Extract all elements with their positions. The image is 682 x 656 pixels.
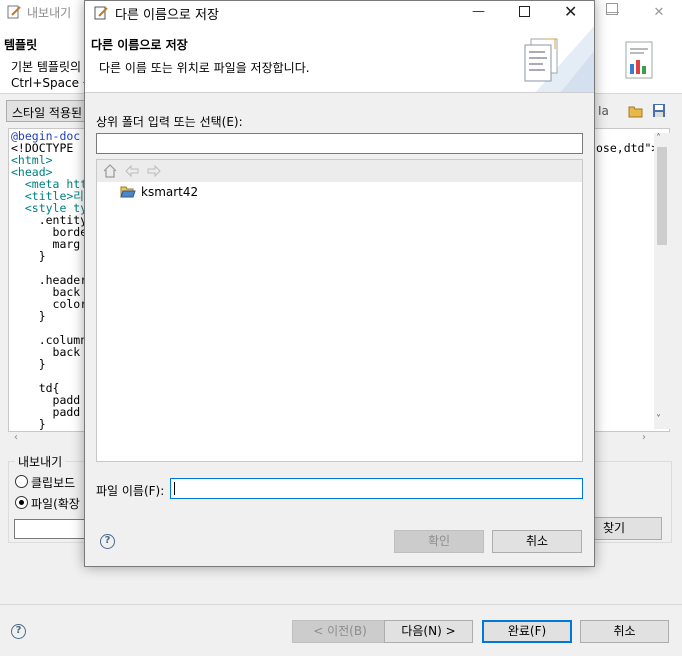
code-line: } <box>11 357 46 371</box>
dialog-minimize-icon[interactable]: — <box>472 4 485 19</box>
scroll-up-icon[interactable]: ˄ <box>656 133 661 144</box>
next-button[interactable]: 다음(N) > <box>384 620 473 643</box>
parent-folder-label: 상위 폴더 입력 또는 선택(E): <box>96 115 243 129</box>
finish-button[interactable]: 완료(F) <box>482 620 572 643</box>
dialog-header-title: 다른 이름으로 저장 <box>91 38 188 52</box>
wizard-banner-icon <box>625 41 653 79</box>
wizard-cancel-button[interactable]: 취소 <box>580 620 669 643</box>
save-icon[interactable] <box>652 103 666 118</box>
back-button[interactable]: < 이전(B) <box>292 620 388 643</box>
back-arrow-icon[interactable] <box>125 165 139 177</box>
filename-label: 파일 이름(F): <box>96 484 165 498</box>
dialog-title-icon <box>94 6 108 20</box>
help-icon[interactable]: ? <box>11 624 26 639</box>
template-description-line2: Ctrl+Space 를 <box>11 76 94 90</box>
code-line: } <box>11 417 46 431</box>
open-folder-icon <box>120 186 136 198</box>
dialog-help-icon[interactable]: ? <box>100 534 115 549</box>
tree-item-ksmart42[interactable]: ksmart42 <box>141 185 198 199</box>
template-section-title: 템플릿 <box>4 38 38 52</box>
export-file-path-input[interactable] <box>14 519 94 539</box>
folder-tree[interactable] <box>96 159 583 462</box>
filename-input[interactable] <box>170 478 583 499</box>
save-as-dialog: 다른 이름으로 저장 — ✕ 다른 이름으로 저장 다른 이름 또는 위치로 파… <box>84 0 595 567</box>
style-apply-button[interactable]: 스타일 적용된 <box>6 100 96 122</box>
maximize-icon[interactable] <box>606 3 618 15</box>
tree-toolbar <box>97 160 582 182</box>
dialog-title: 다른 이름으로 저장 <box>115 8 219 23</box>
parent-folder-input[interactable] <box>96 133 583 154</box>
scroll-right-icon[interactable]: › <box>642 432 646 443</box>
export-group-label: 내보내기 <box>15 453 66 470</box>
ok-button[interactable]: 확인 <box>394 530 484 553</box>
footer-separator <box>0 604 682 605</box>
file-radio[interactable] <box>15 496 28 509</box>
code-right-fragment: ose,dtd"> <box>596 141 659 155</box>
save-document-banner-icon <box>524 38 558 82</box>
file-radio-label: 파일(확장 <box>31 497 80 511</box>
template-description-line1: 기본 템플릿의 <box>11 60 82 74</box>
dialog-maximize-icon[interactable] <box>519 6 530 17</box>
editor-scroll-thumb[interactable] <box>657 147 667 245</box>
background-window-title: 내보내기 <box>27 6 72 20</box>
clipboard-radio[interactable] <box>15 475 28 488</box>
export-window-icon <box>7 5 21 19</box>
scroll-left-icon[interactable]: ‹ <box>14 432 18 443</box>
dialog-header-description: 다른 이름 또는 위치로 파일을 저장합니다. <box>99 61 310 75</box>
dialog-close-icon[interactable]: ✕ <box>564 2 577 21</box>
clipboard-radio-label: 클립보드 <box>31 476 76 490</box>
text-caret <box>174 482 175 495</box>
close-icon[interactable]: ✕ <box>636 0 682 24</box>
code-line: } <box>11 249 46 263</box>
forward-arrow-icon[interactable] <box>147 165 161 177</box>
dialog-cancel-button[interactable]: 취소 <box>492 530 582 553</box>
open-folder-icon[interactable] <box>628 104 644 118</box>
code-line: } <box>11 309 46 323</box>
home-icon[interactable] <box>103 164 117 178</box>
text-format-icon[interactable]: Ia <box>598 104 609 118</box>
scroll-down-icon[interactable]: ˅ <box>656 414 661 425</box>
